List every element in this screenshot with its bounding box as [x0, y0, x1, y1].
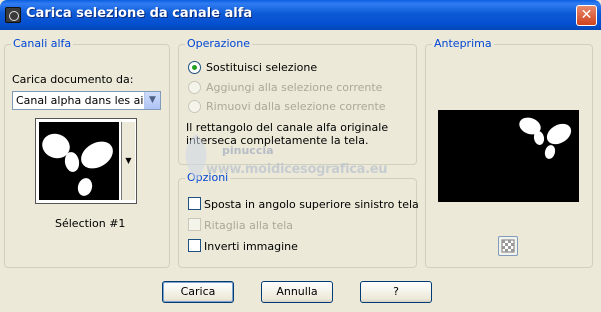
load-from-label: Carica documento da:: [12, 73, 134, 86]
radio-rimuovi-label[interactable]: Rimuovi dalla selezione corrente: [206, 100, 386, 113]
document-select-value: Canal alpha dans les ailes: [16, 94, 159, 107]
checkbox-inverti[interactable]: [188, 239, 201, 252]
title-bar[interactable]: Carica selezione da canale alfa ✕: [0, 0, 601, 30]
app-icon: [5, 7, 21, 23]
preview-image: [438, 110, 579, 202]
annulla-button[interactable]: Annulla: [261, 281, 333, 303]
radio-sostituisci-label[interactable]: Sostituisci selezione: [206, 61, 317, 74]
info-text-line2: interseca completamente la tela.: [186, 134, 369, 147]
document-select[interactable]: Canal alpha dans les ailes ▼: [12, 91, 161, 110]
butterfly-shape-icon: [42, 133, 113, 196]
checkbox-inverti-label[interactable]: Inverti immagine: [204, 240, 298, 253]
checkbox-ritaglia[interactable]: [188, 218, 201, 231]
checkbox-ritaglia-label[interactable]: Ritaglia alla tela: [204, 219, 293, 232]
carica-button[interactable]: Carica: [162, 281, 234, 303]
preview-toggle-button[interactable]: [498, 236, 518, 256]
checkbox-sposta-label[interactable]: Sposta in angolo superiore sinistro tela: [204, 198, 419, 211]
radio-sostituisci[interactable]: [188, 61, 201, 74]
radio-aggiungi-label[interactable]: Aggiungi alla selezione corrente: [206, 81, 382, 94]
anteprima-title: Anteprima: [432, 37, 494, 50]
alpha-channel-thumbnail: [39, 122, 119, 200]
close-button[interactable]: ✕: [576, 5, 597, 26]
window-title: Carica selezione da canale alfa: [26, 6, 253, 21]
alpha-channel-picker[interactable]: ▼: [35, 118, 137, 204]
operazione-title: Operazione: [185, 37, 252, 50]
checkbox-sposta[interactable]: [188, 197, 201, 210]
selection-name: Sélection #1: [55, 217, 126, 230]
help-button[interactable]: ?: [360, 281, 432, 303]
info-text-line1: Il rettangolo del canale alfa originale: [186, 121, 389, 134]
radio-aggiungi[interactable]: [188, 81, 201, 94]
butterfly-preview-icon: [519, 117, 572, 159]
opzioni-title: Opzioni: [185, 171, 231, 184]
checkerboard-icon: [501, 239, 515, 253]
thumbnail-dropdown-arrow-icon[interactable]: ▼: [121, 122, 135, 200]
chevron-down-icon[interactable]: ▼: [144, 92, 160, 109]
canali-alfa-title: Canali alfa: [11, 37, 74, 50]
radio-rimuovi[interactable]: [188, 100, 201, 113]
